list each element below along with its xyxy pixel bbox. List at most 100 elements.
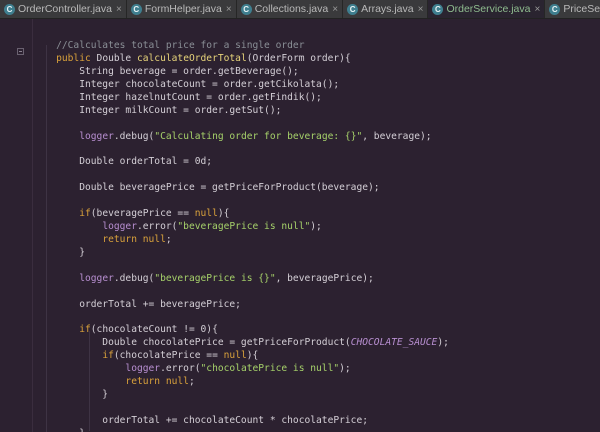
code-token: CHOCOLATE_SAUCE [350, 337, 438, 349]
code-line: Integer milkCount = order.getSut(); [33, 104, 600, 117]
tab-formhelper[interactable]: C FormHelper.java × [127, 0, 237, 18]
code-token: logger [125, 363, 161, 375]
java-class-icon: C [130, 3, 142, 15]
code-line: } [33, 427, 600, 432]
code-token: ); [339, 363, 351, 375]
tab-label: OrderService.java [446, 3, 531, 15]
java-class-icon: C [240, 3, 252, 15]
code-line: return null; [33, 375, 600, 388]
code-token: return null [102, 233, 166, 245]
code-token: } [33, 428, 85, 432]
code-token: ); [310, 221, 322, 233]
code-token: .error( [160, 363, 201, 375]
code-token: "beveragePrice is {}" [154, 272, 276, 284]
code-token: logger [79, 130, 114, 142]
code-token: , beveragePrice); [275, 272, 374, 284]
code-token: "chocolatePrice is null" [200, 363, 340, 375]
code-token: ; [188, 376, 195, 388]
code-token: public [56, 52, 91, 64]
java-class-icon: C [549, 3, 561, 15]
code-line: return null; [33, 233, 600, 246]
code-token: .debug( [113, 272, 155, 284]
code-token: if [79, 208, 91, 220]
code-token: Double orderTotal = 0d; [33, 156, 213, 168]
code-token: Integer milkCount = order.getSut(); [33, 104, 282, 116]
code-line: logger.debug("beveragePrice is {}", beve… [33, 272, 600, 285]
code-line: logger.error("beveragePrice is null"); [33, 220, 600, 233]
code-line: } [33, 388, 600, 401]
code-line: Integer chocolateCount = order.getCikola… [33, 78, 600, 91]
code-token: orderTotal += beveragePrice; [33, 298, 241, 310]
code-token: calculateOrderTotal [136, 52, 247, 64]
code-token: .debug( [113, 130, 155, 142]
code-line: String beverage = order.getBeverage(); [33, 65, 600, 78]
code-line: Double orderTotal = 0d; [33, 155, 600, 168]
code-token: String beverage = order.getBeverage(); [33, 65, 299, 77]
code-token: //Calculates total price for a single or… [33, 40, 305, 51]
code-token: (OrderForm order){ [246, 52, 351, 64]
code-token: logger [102, 221, 137, 233]
code-line: Integer hazelnutCount = order.getFindik(… [33, 91, 600, 104]
code-token: "Calculating order for beverage: {}" [154, 130, 363, 142]
code-token: return null [125, 376, 189, 388]
close-icon[interactable]: × [226, 4, 232, 15]
editor-gutter [0, 19, 33, 432]
code-line: if(chocolatePrice == null){ [33, 349, 600, 362]
code-token: (beveragePrice == [90, 208, 195, 220]
code-line: orderTotal += beveragePrice; [33, 298, 600, 311]
close-icon[interactable]: × [534, 4, 540, 15]
code-line: Double chocolatePrice = getPriceForProdu… [33, 336, 600, 349]
java-class-icon: C [347, 3, 359, 15]
tab-label: FormHelper.java [144, 3, 222, 15]
code-line: public Double calculateOrderTotal(OrderF… [33, 52, 600, 65]
code-token: null [223, 350, 247, 362]
code-token: Integer chocolateCount = order.getCikola… [33, 78, 340, 90]
java-class-icon: C [432, 3, 444, 15]
tab-label: OrderController.java [18, 3, 112, 15]
fold-marker-icon[interactable] [17, 48, 24, 55]
code-line: if(chocolateCount != 0){ [33, 323, 600, 336]
code-token: Double [90, 52, 137, 64]
code-token: ); [437, 337, 449, 349]
tab-collections[interactable]: C Collections.java × [237, 0, 344, 18]
code-line: orderTotal += chocolateCount * chocolate… [33, 414, 600, 427]
tab-orderservice[interactable]: C OrderService.java × [428, 0, 546, 18]
code-token: logger [79, 272, 114, 284]
close-icon[interactable]: × [332, 4, 338, 15]
tab-label: Collections.java [254, 3, 329, 15]
code-token: if [79, 324, 91, 336]
tab-arrays[interactable]: C Arrays.java × [343, 0, 429, 18]
code-token: "beveragePrice is null" [177, 221, 311, 233]
code-token: } [33, 389, 109, 401]
code-token: null [194, 208, 218, 220]
code-token: Double chocolatePrice = getPriceForProdu… [33, 337, 351, 349]
code-token: ){ [246, 350, 259, 362]
code-line: } [33, 246, 600, 259]
code-token: (chocolatePrice == [113, 350, 224, 362]
code-line: //Calculates total price for a single or… [33, 39, 600, 52]
code-line: logger.error("chocolatePrice is null"); [33, 362, 600, 375]
code-token: ; [165, 233, 172, 245]
tab-label: Arrays.java [361, 3, 414, 15]
code-line: logger.debug("Calculating order for beve… [33, 130, 600, 143]
tab-priceservice[interactable]: CPriceService.java× [545, 0, 600, 18]
code-token: Double beveragePrice = getPriceForProduc… [33, 182, 380, 194]
code-token: Integer hazelnutCount = order.getFindik(… [33, 91, 322, 103]
close-icon[interactable]: × [116, 4, 122, 15]
code-token: orderTotal += chocolateCount * chocolate… [33, 414, 369, 426]
tab-ordercontroller[interactable]: C OrderController.java × [0, 0, 127, 18]
code-line: Double beveragePrice = getPriceForProduc… [33, 181, 600, 194]
code-editor[interactable]: //Calculates total price for a single or… [33, 19, 600, 432]
code-token: } [33, 246, 85, 258]
close-icon[interactable]: × [418, 4, 424, 15]
